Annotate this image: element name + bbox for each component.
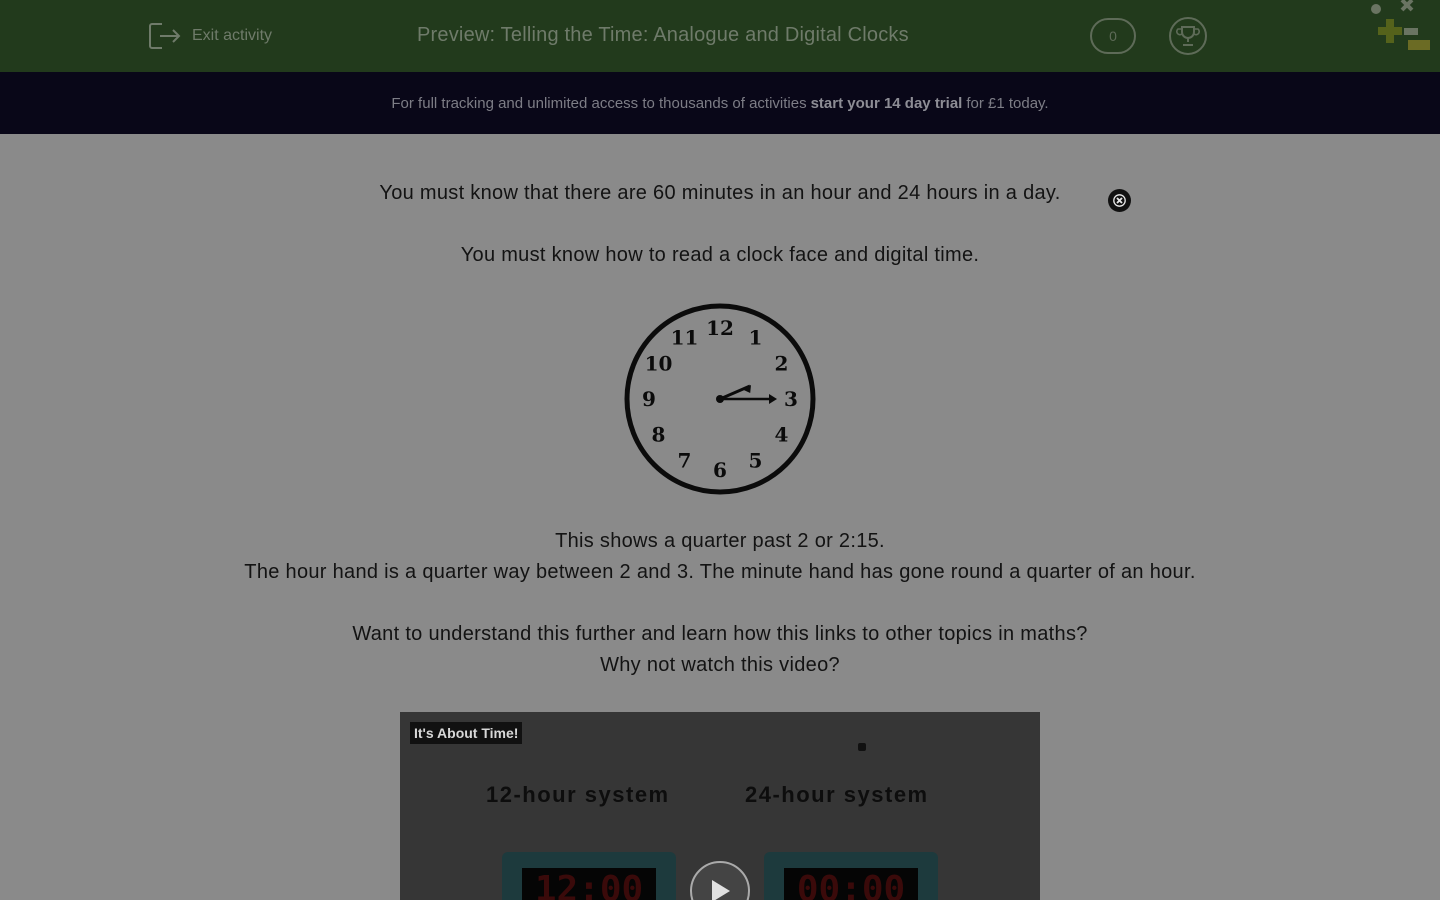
clock-numeral-8: 8 bbox=[652, 423, 666, 447]
video-heading-24-hour: 24-hour system bbox=[745, 782, 929, 807]
clock-numeral-11: 11 bbox=[671, 326, 699, 350]
trial-banner: For full tracking and unlimited access t… bbox=[0, 72, 1440, 134]
trial-link[interactable]: start your 14 day trial bbox=[811, 95, 963, 112]
video-title-tag: It's About Time! bbox=[410, 722, 523, 744]
digital-clock-24: 00:00 bbox=[764, 852, 938, 900]
minute-hand-tip bbox=[769, 394, 777, 404]
close-icon bbox=[1113, 194, 1126, 207]
digital-display-24: 00:00 bbox=[784, 868, 918, 900]
clock-numeral-1: 1 bbox=[749, 326, 763, 350]
trophy-icon bbox=[1176, 26, 1200, 46]
trophy-button[interactable] bbox=[1169, 17, 1207, 55]
clock-numeral-9: 9 bbox=[642, 387, 656, 411]
brand-logo-icon bbox=[1371, 0, 1430, 50]
video-prompt-line-1: Want to understand this further and lear… bbox=[352, 623, 1088, 645]
video-heading-12-hour: 12-hour system bbox=[486, 782, 670, 807]
clock-numeral-5: 5 bbox=[749, 449, 763, 473]
digital-clock-12: 12:00 bbox=[502, 852, 676, 900]
banner-suffix: for £1 today. bbox=[966, 94, 1049, 112]
intro-line-2: You must know how to read a clock face a… bbox=[460, 244, 980, 266]
play-button[interactable] bbox=[690, 861, 750, 900]
clock-numeral-12: 12 bbox=[706, 316, 734, 340]
video-speck bbox=[858, 743, 866, 751]
page-title: Preview: Telling the Time: Analogue and … bbox=[417, 24, 909, 46]
explanation-line-2: The hour hand is a quarter way between 2… bbox=[244, 561, 1196, 583]
play-icon bbox=[712, 880, 730, 900]
video-player[interactable]: It's About Time! 12-hour system 24-hour … bbox=[400, 712, 1040, 900]
digital-display-12: 12:00 bbox=[522, 868, 656, 900]
clock-center bbox=[716, 395, 724, 403]
clock-numeral-10: 10 bbox=[645, 352, 673, 376]
explanation-line-1: This shows a quarter past 2 or 2:15. bbox=[555, 530, 885, 552]
clock-numeral-2: 2 bbox=[775, 352, 789, 376]
close-button[interactable] bbox=[1108, 189, 1131, 212]
exit-activity-label: Exit activity bbox=[192, 27, 273, 44]
intro-line-1: You must know that there are 60 minutes … bbox=[379, 182, 1061, 204]
clock-numeral-4: 4 bbox=[775, 423, 789, 447]
clock-numeral-3: 3 bbox=[784, 387, 798, 411]
banner-prefix: For full tracking and unlimited access t… bbox=[391, 94, 807, 112]
clock-numeral-7: 7 bbox=[678, 449, 692, 473]
score-badge: 0 bbox=[1090, 18, 1136, 54]
exit-activity-button[interactable]: Exit activity bbox=[148, 20, 272, 52]
explanation-panel: You must know that there are 60 minutes … bbox=[0, 134, 1440, 900]
clock-numeral-6: 6 bbox=[713, 458, 727, 482]
top-header-bar: Exit activity Preview: Telling the Time:… bbox=[0, 0, 1440, 72]
analogue-clock: 12 12 3 45678 9 1011 bbox=[624, 303, 816, 495]
video-prompt-line-2: Why not watch this video? bbox=[600, 654, 840, 676]
exit-icon bbox=[149, 23, 181, 49]
